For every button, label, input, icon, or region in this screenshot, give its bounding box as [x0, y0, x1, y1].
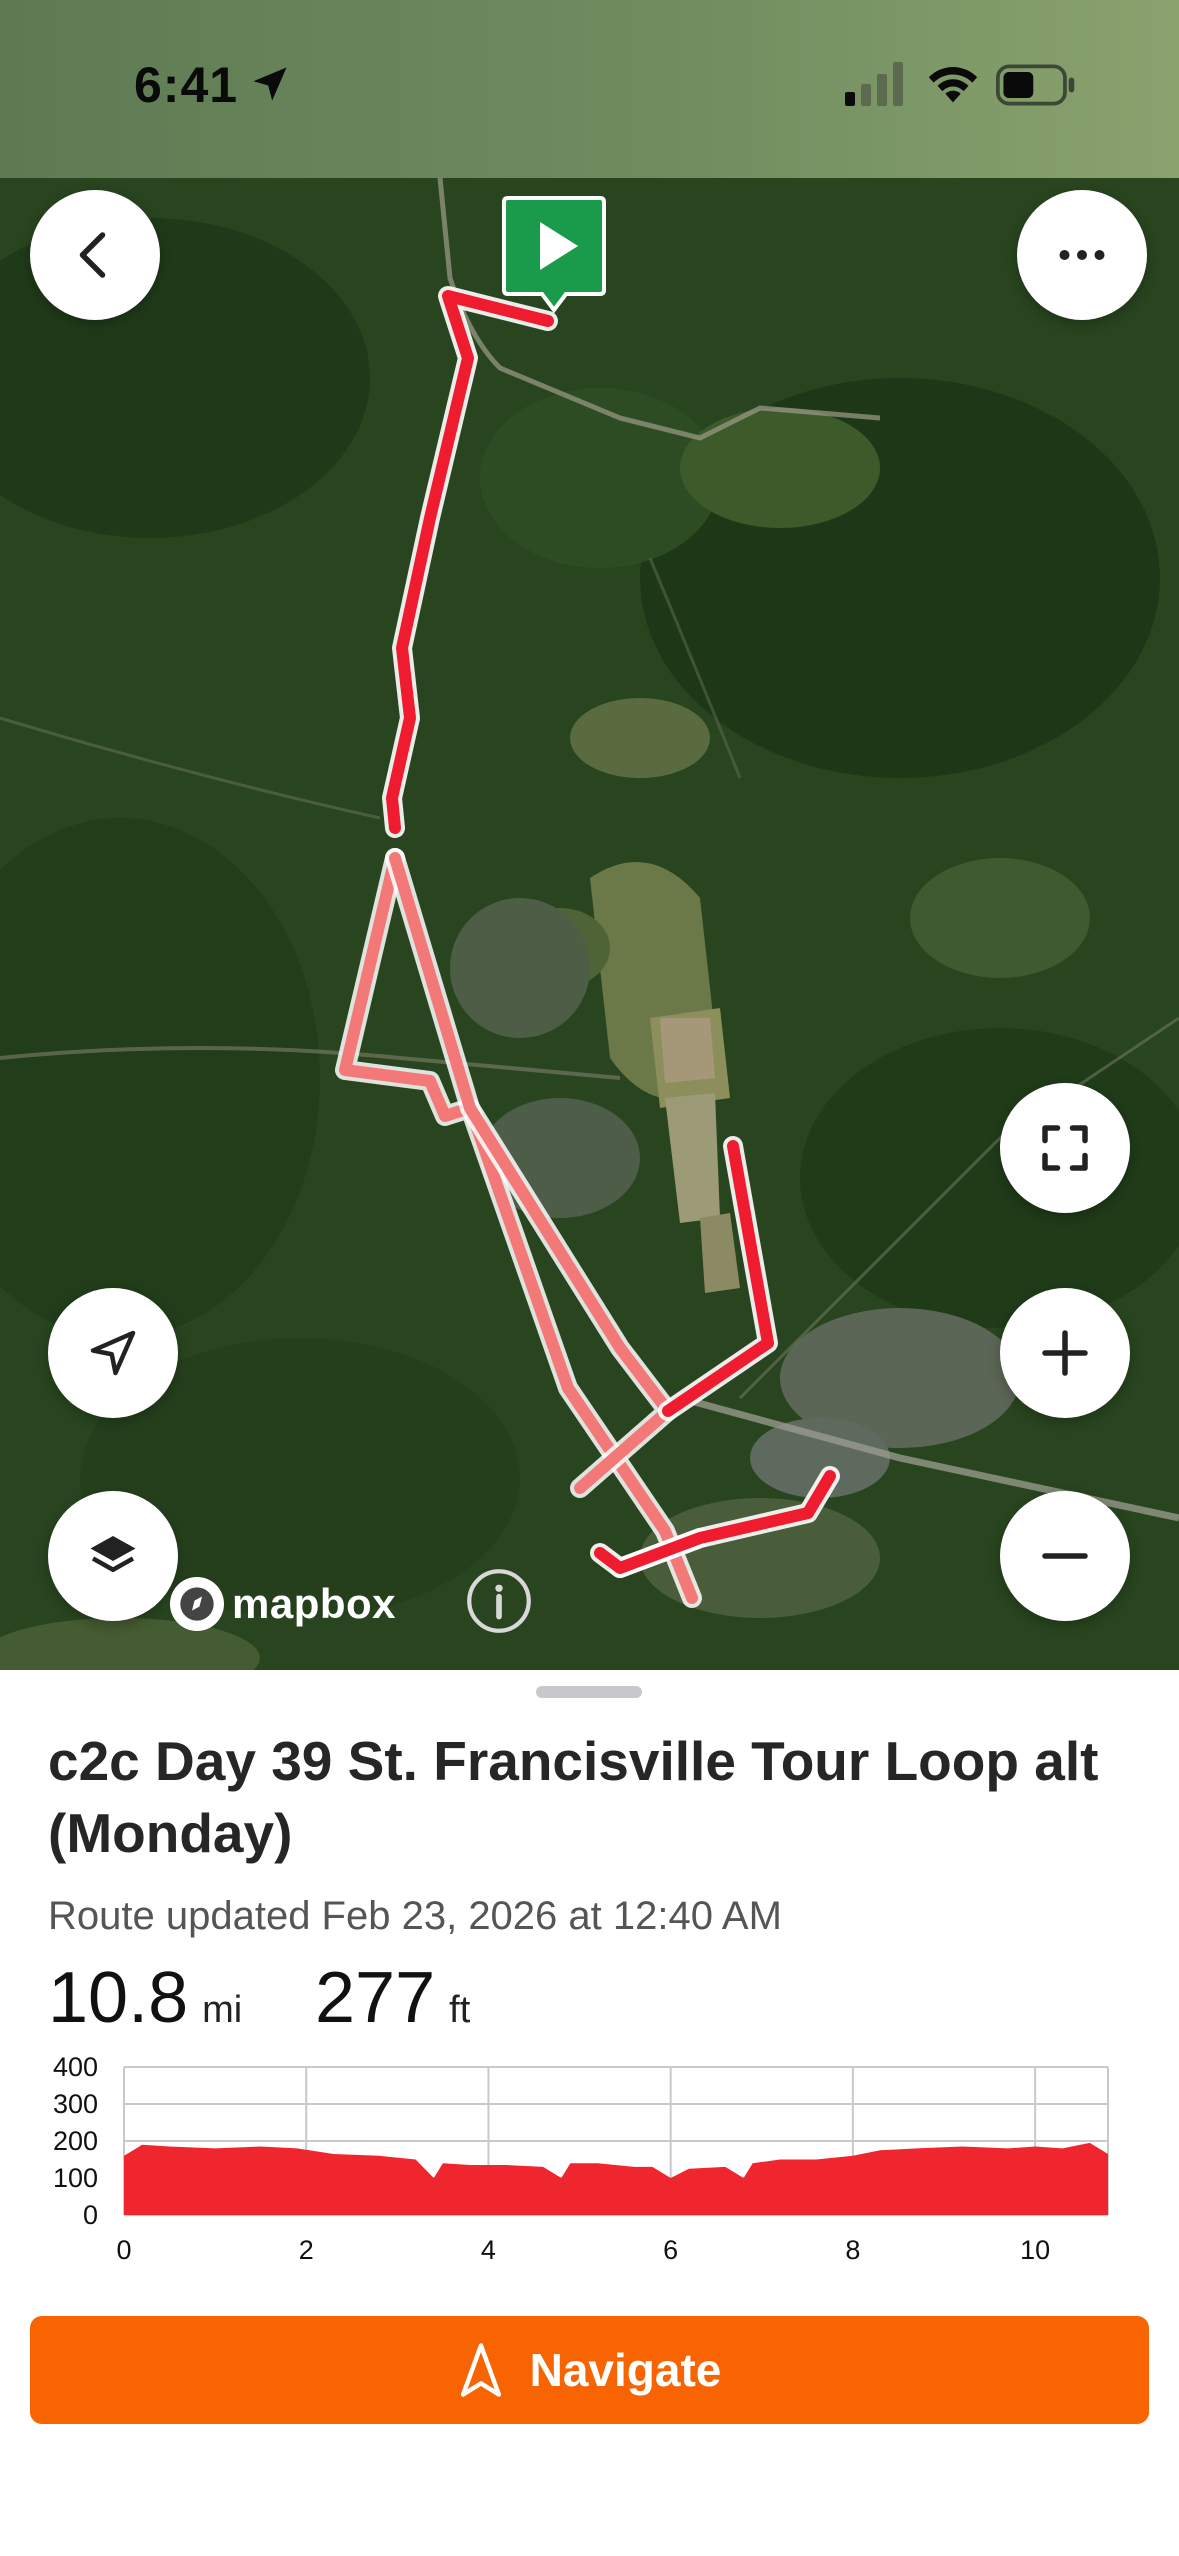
locate-icon [90, 1330, 136, 1376]
locate-button[interactable] [48, 1288, 178, 1418]
mapbox-logo-icon [170, 1577, 224, 1631]
distance-value: 10.8 [48, 1958, 189, 2038]
zoom-in-button[interactable] [1000, 1288, 1130, 1418]
distance-unit: mi [202, 1989, 243, 2031]
chart-y-tick: 100 [53, 2163, 98, 2193]
chart-x-tick: 0 [116, 2235, 131, 2265]
more-icon [1059, 250, 1105, 260]
zoom-out-button[interactable] [1000, 1491, 1130, 1621]
back-icon [79, 232, 106, 278]
mapbox-attribution: mapbox [232, 1580, 397, 1627]
sheet-grabber[interactable] [536, 1686, 642, 1698]
chart-x-tick: 8 [845, 2235, 860, 2265]
navigate-label: Navigate [529, 2344, 722, 2396]
chart-x-tick: 10 [1020, 2235, 1050, 2265]
map-view[interactable] [0, 178, 1179, 1670]
chart-y-tick: 200 [53, 2126, 98, 2156]
location-arrow-icon [253, 67, 287, 101]
info-icon[interactable] [465, 1567, 533, 1635]
chart-x-tick: 6 [663, 2235, 678, 2265]
elevation-unit: ft [449, 1989, 471, 2031]
navigate-button[interactable]: Navigate [30, 2316, 1149, 2424]
navigation-arrow-icon [460, 2343, 501, 2397]
distance-stat: 10.8 mi [48, 1957, 242, 2039]
route-title: c2c Day 39 St. Francisville Tour Loop al… [48, 1730, 1099, 1864]
elevation-area [124, 2142, 1108, 2215]
cellular-signal-icon [845, 62, 903, 106]
satellite-map [0, 178, 1179, 1670]
more-button[interactable] [1017, 190, 1147, 320]
back-button[interactable] [30, 190, 160, 320]
chart-x-tick: 2 [299, 2235, 314, 2265]
elevation-stat: 277 ft [315, 1957, 470, 2039]
elevation-value: 277 [315, 1958, 436, 2038]
zoom-out-icon [1042, 1553, 1088, 1559]
chart-x-tick: 4 [481, 2235, 496, 2265]
wifi-icon [928, 67, 978, 103]
fullscreen-button[interactable] [1000, 1083, 1130, 1213]
zoom-in-icon [1042, 1330, 1088, 1376]
elevation-chart[interactable]: 400 300 200 100 0 0 2 4 6 8 10 [20, 2045, 1160, 2285]
status-time: 6:41 [134, 57, 239, 113]
battery-icon [996, 64, 1075, 106]
route-updated: Route updated Feb 23, 2026 at 12:40 AM [48, 1894, 782, 1938]
chart-y-tick: 300 [53, 2089, 98, 2119]
layers-icon [90, 1536, 136, 1572]
chart-y-tick: 400 [53, 2052, 98, 2082]
status-bar: 6:41 [0, 0, 1179, 178]
start-marker[interactable] [502, 196, 606, 314]
mapbox-logo[interactable]: mapbox [170, 1574, 396, 1634]
chart-y-tick: 0 [83, 2200, 98, 2230]
fullscreen-icon [1042, 1125, 1088, 1171]
layers-button[interactable] [48, 1491, 178, 1621]
